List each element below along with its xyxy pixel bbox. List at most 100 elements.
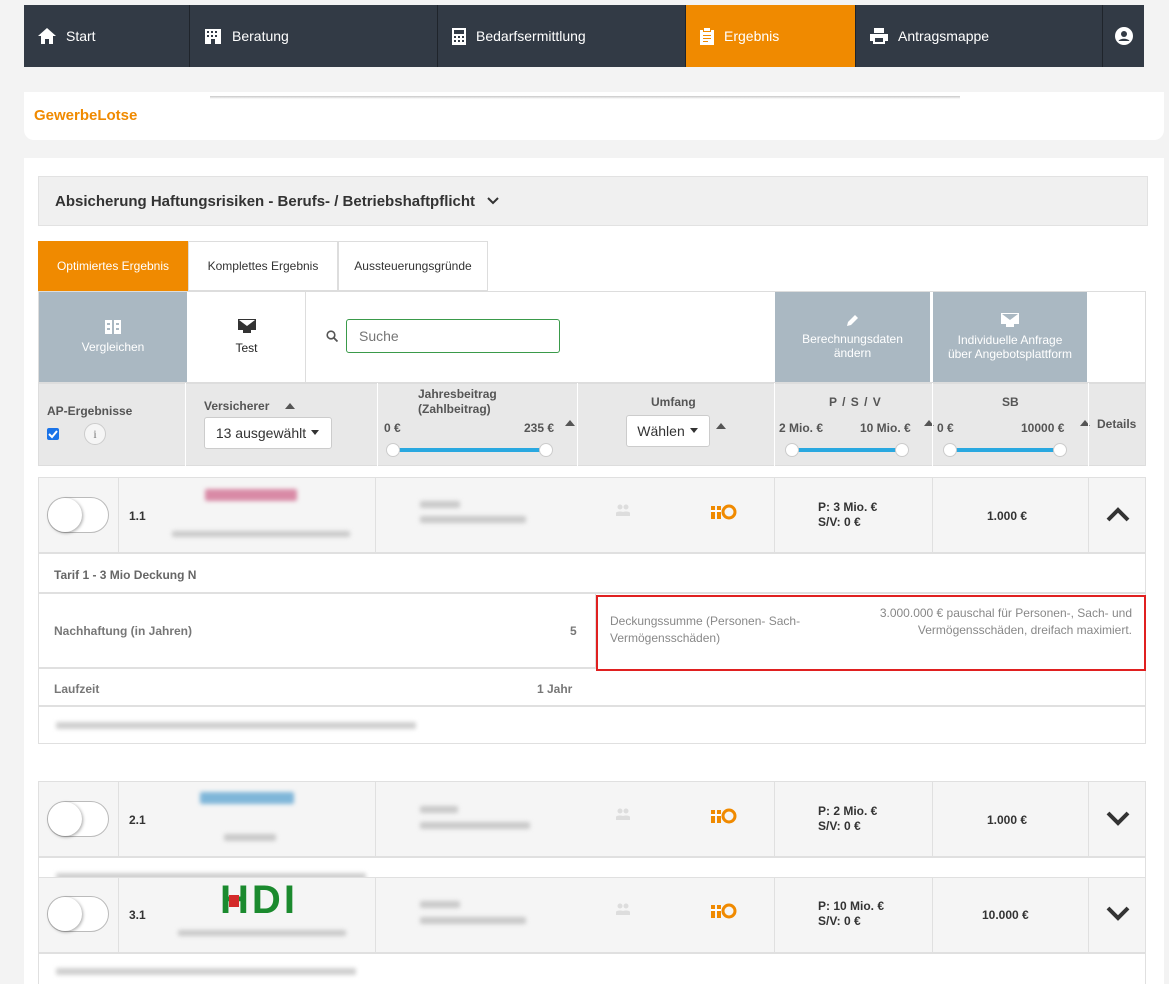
psv-value-1: P: 3 Mio. € [818, 500, 878, 514]
section-title: Absicherung Haftungsrisiken - Berufs- / … [55, 192, 476, 210]
insurer-name [224, 834, 276, 841]
divider [375, 477, 376, 553]
nachhaftung-label: Nachhaftung (in Jahren) [54, 624, 193, 638]
nav-label: Antragsmappe [898, 28, 990, 44]
tab-komplettes-ergebnis[interactable]: Komplettes Ergebnis [188, 241, 338, 291]
tariff-subtitle [420, 516, 526, 523]
premium-header-1: Jahresbeitrag [418, 387, 497, 401]
premium-slider[interactable] [386, 443, 553, 457]
tariff-name [420, 806, 458, 813]
nav-antragsmappe[interactable]: Antragsmappe [856, 5, 1103, 67]
chevron-down-icon [487, 197, 499, 205]
users-icon [616, 903, 630, 915]
info-icon[interactable]: i [84, 423, 106, 445]
scope-select[interactable]: Wählen [626, 415, 710, 447]
premium-max: 235 € [524, 421, 555, 435]
details-row [38, 668, 1146, 706]
edit-calc-data-button[interactable]: Berechnungsdaten ändern [775, 292, 930, 382]
test-button[interactable]: Test [188, 292, 306, 382]
users-icon [616, 504, 630, 516]
tariff-name [420, 901, 460, 908]
divider [774, 877, 775, 953]
chevron-up-icon[interactable] [1106, 506, 1130, 522]
insurer-logo [200, 792, 294, 804]
divider [118, 877, 119, 953]
divider [1088, 877, 1089, 953]
slider-knob-min[interactable] [386, 443, 400, 457]
laufzeit-value: 1 Jahr [537, 682, 573, 696]
user-circle-icon [1114, 27, 1133, 45]
toggle-knob [48, 498, 82, 532]
check-icon [48, 430, 58, 439]
insurer-name [178, 930, 346, 936]
slider-knob-max[interactable] [1053, 443, 1067, 457]
laufzeit-label: Laufzeit [54, 682, 100, 696]
ap-results-checkbox[interactable] [47, 428, 59, 440]
divider [932, 477, 933, 553]
details-header: Details [1097, 417, 1137, 431]
envelope-icon [237, 319, 256, 333]
nav-ergebnis[interactable]: Ergebnis [686, 5, 856, 67]
slider-knob-min[interactable] [785, 443, 799, 457]
header-card [24, 92, 1164, 140]
sb-cell: 1.000 € [987, 813, 1028, 827]
edit-calc-label-2: ändern [833, 346, 872, 360]
psv-value-2: S/V: 0 € [818, 914, 861, 928]
divider [774, 781, 775, 857]
section-header[interactable]: Absicherung Haftungsrisiken - Berufs- / … [38, 176, 1148, 226]
slider-knob-max[interactable] [539, 443, 553, 457]
sb-slider[interactable] [943, 443, 1067, 457]
sb-cell: 10.000 € [982, 908, 1029, 922]
insurer-name [172, 531, 350, 537]
divider [932, 781, 933, 857]
calculator-icon [452, 27, 466, 45]
nav-label: Start [66, 28, 96, 44]
home-icon [38, 28, 56, 44]
hdi-logo: HDI [220, 877, 298, 922]
divider [1088, 477, 1089, 553]
chevron-down-icon[interactable] [1106, 811, 1130, 827]
scope-select-value: Wählen [637, 423, 685, 439]
select-toggle[interactable] [47, 497, 109, 533]
sb-header: SB [1002, 395, 1019, 409]
divider [932, 877, 933, 953]
divider [375, 877, 376, 953]
tab-optimiertes-ergebnis[interactable]: Optimiertes Ergebnis [38, 241, 188, 291]
sort-up-icon[interactable] [565, 420, 575, 426]
psv-cell: P: 3 Mio. € S/V: 0 € [818, 500, 877, 530]
slider-knob-min[interactable] [943, 443, 957, 457]
slider-knob-max[interactable] [895, 443, 909, 457]
psv-value-2: S/V: 0 € [818, 819, 861, 833]
sort-up-icon[interactable] [716, 423, 726, 429]
compare-label: Vergleichen [81, 340, 145, 354]
search-input[interactable] [346, 319, 560, 353]
select-toggle[interactable] [47, 896, 109, 932]
result-rank: 1.1 [129, 509, 146, 523]
nav-bedarfsermittlung[interactable]: Bedarfsermittlung [438, 5, 686, 67]
brand-title: GewerbeLotse [34, 107, 138, 124]
chevron-down-icon[interactable] [1106, 906, 1130, 922]
nav-start[interactable]: Start [24, 5, 190, 67]
psv-slider[interactable] [785, 443, 909, 457]
psv-value-2: S/V: 0 € [818, 515, 861, 529]
nav-beratung[interactable]: Beratung [190, 5, 438, 67]
tariff-subtitle [420, 917, 526, 924]
tariff-row [38, 553, 1146, 593]
tariff-title: Tarif 1 - 3 Mio Deckung N [54, 568, 197, 582]
divider [118, 781, 119, 857]
compare-button[interactable]: Vergleichen [39, 292, 187, 382]
individual-request-button[interactable]: Individuelle Anfrage über Angebotsplattf… [933, 292, 1087, 382]
insurer-select[interactable]: 13 ausgewählt [204, 417, 332, 449]
nav-label: Ergebnis [724, 28, 780, 44]
result-rank: 2.1 [129, 813, 146, 827]
premium-header: Jahresbeitrag (Zahlbeitrag) [418, 387, 497, 417]
tab-aussteuerungsgruende[interactable]: Aussteuerungsgründe [338, 241, 488, 291]
sort-up-icon[interactable] [285, 403, 295, 409]
psv-cell: P: 2 Mio. € S/V: 0 € [818, 804, 877, 834]
tariff-subtitle [420, 822, 530, 829]
select-toggle[interactable] [47, 801, 109, 837]
user-menu[interactable] [1103, 5, 1144, 67]
divider [1088, 781, 1089, 857]
insurer-header[interactable]: Versicherer [204, 399, 269, 413]
divider [375, 781, 376, 857]
